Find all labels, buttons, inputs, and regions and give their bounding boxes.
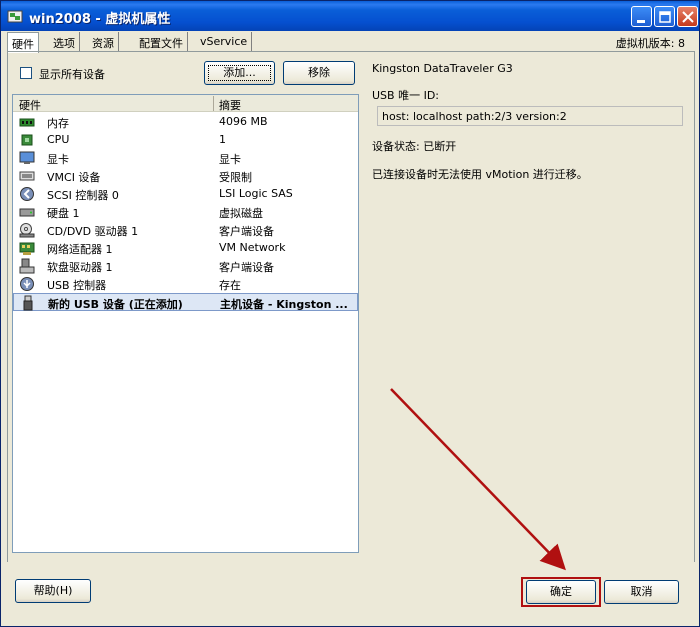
- annotation-arrow: [390, 388, 566, 571]
- vm-properties-window: win2008 - 虚拟机属性 硬件 选项 资源 配置文件 vService 虚…: [0, 0, 700, 627]
